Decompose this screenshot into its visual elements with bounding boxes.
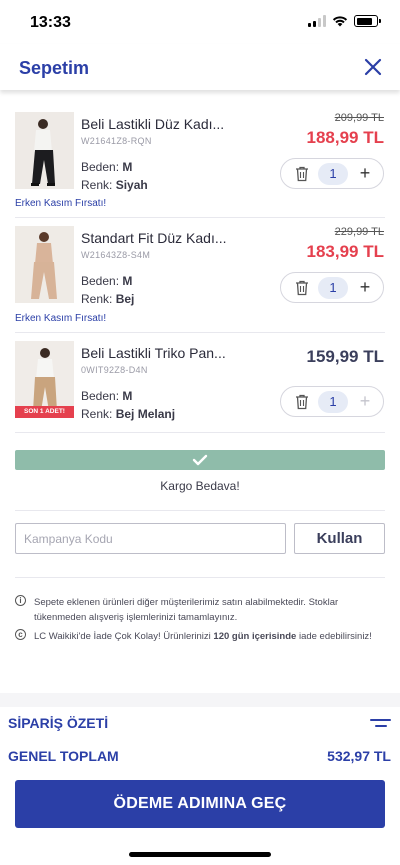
coupon-code-input[interactable] [15, 523, 286, 554]
order-summary-title: SİPARİŞ ÖZETİ [8, 715, 109, 731]
status-icons [308, 15, 381, 27]
product-image[interactable] [15, 226, 74, 303]
free-shipping-progress-bar [15, 450, 385, 470]
close-icon[interactable] [364, 58, 382, 76]
product-color: Renk: Bej Melanj [81, 407, 176, 421]
order-summary: SİPARİŞ ÖZETİ GENEL TOPLAM 532,97 TL ÖDE… [0, 707, 400, 865]
stock-info-text: Sepete eklenen ürünleri diğer müşteriler… [34, 597, 339, 623]
quantity-stepper: 1 + [280, 386, 384, 417]
increase-quantity-button[interactable]: + [355, 162, 375, 184]
return-icon: c [15, 629, 26, 640]
discounted-price: 183,99 TL [306, 242, 385, 261]
summary-expand-icon[interactable] [370, 719, 391, 729]
battery-icon [354, 15, 381, 27]
wifi-icon [332, 16, 348, 27]
product-price: 159,99 TL [306, 347, 385, 366]
product-size: Beden: M [81, 389, 133, 403]
quantity-value: 1 [318, 277, 348, 299]
product-code: W21643Z8-S4M [81, 250, 151, 260]
quantity-value: 1 [318, 163, 348, 185]
cart-item: SON 1 ADET! Beli Lastikli Triko Pan... 0… [15, 341, 385, 421]
increase-quantity-button[interactable]: + [355, 390, 375, 412]
divider [15, 217, 385, 218]
divider [15, 332, 385, 333]
promo-label: Erken Kasım Fırsatı! [15, 198, 107, 209]
low-stock-badge: SON 1 ADET! [15, 406, 74, 418]
divider [15, 577, 385, 578]
trash-icon[interactable] [295, 166, 309, 182]
check-icon [192, 454, 208, 466]
discounted-price: 188,99 TL [306, 128, 385, 147]
divider [15, 510, 385, 511]
product-image[interactable]: SON 1 ADET! [15, 341, 74, 418]
product-code: 0WIT92Z8-D4N [81, 365, 148, 375]
product-name[interactable]: Beli Lastikli Triko Pan... [81, 345, 226, 361]
product-size: Beden: M [81, 160, 133, 174]
quantity-stepper: 1 + [280, 158, 384, 189]
grand-total-label: GENEL TOPLAM [8, 748, 119, 764]
old-price: 209,99 TL [334, 112, 384, 124]
product-size: Beden: M [81, 274, 133, 288]
proceed-to-payment-button[interactable]: ÖDEME ADIMINA GEÇ [15, 780, 385, 828]
increase-quantity-button[interactable]: + [355, 276, 375, 298]
grand-total-value: 532,97 TL [327, 748, 391, 764]
cart-item: Beli Lastikli Düz Kadı... W21641Z8-RQN B… [15, 112, 385, 192]
summary-separator [0, 693, 400, 707]
trash-icon[interactable] [295, 394, 309, 410]
free-shipping-text: Kargo Bedava! [160, 479, 240, 493]
header: Sepetim [0, 44, 400, 90]
product-color: Renk: Siyah [81, 178, 148, 192]
cart-item: Standart Fit Düz Kadı... W21643Z8-S4M Be… [15, 226, 385, 306]
return-info-text: LC Waikiki'de İade Çok Kolay! Ürünlerini… [34, 631, 372, 642]
product-name[interactable]: Standart Fit Düz Kadı... [81, 230, 227, 246]
promo-label: Erken Kasım Fırsatı! [15, 313, 107, 324]
page-title: Sepetim [19, 58, 90, 78]
status-time: 13:33 [30, 14, 71, 31]
product-color: Renk: Bej [81, 292, 135, 306]
old-price: 229,99 TL [334, 226, 384, 238]
divider [15, 432, 385, 433]
home-indicator [129, 852, 271, 857]
quantity-stepper: 1 + [280, 272, 384, 303]
apply-coupon-button[interactable]: Kullan [294, 523, 385, 554]
cellular-signal-icon [308, 15, 326, 27]
status-bar: 13:33 [0, 0, 400, 44]
product-image[interactable] [15, 112, 74, 189]
product-code: W21641Z8-RQN [81, 136, 152, 146]
product-name[interactable]: Beli Lastikli Düz Kadı... [81, 116, 224, 132]
info-icon: i [15, 595, 26, 606]
quantity-value: 1 [318, 391, 348, 413]
trash-icon[interactable] [295, 280, 309, 296]
